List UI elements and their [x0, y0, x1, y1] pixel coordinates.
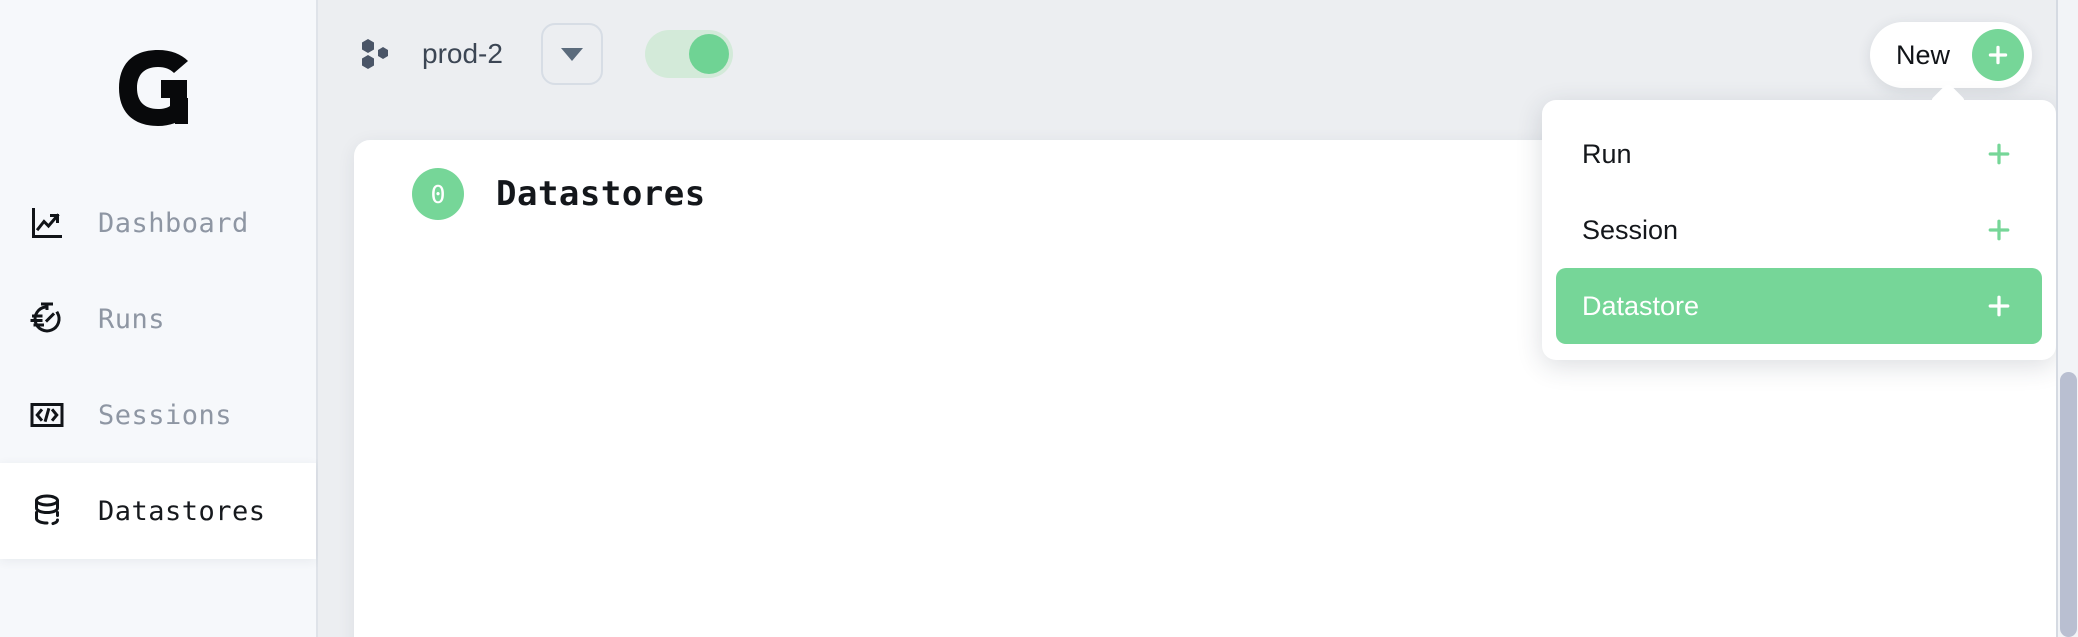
environment-dropdown-button[interactable]	[540, 23, 603, 85]
sidebar-item-label: Runs	[98, 303, 166, 335]
plus-icon[interactable]	[1972, 29, 2024, 81]
sidebar: Dashboard Runs Sessions Datastores	[0, 0, 318, 637]
guardrails-g-logo-icon	[119, 49, 188, 126]
plus-icon[interactable]	[1982, 137, 2016, 171]
hexagon-cluster-icon	[354, 34, 394, 74]
app-root: Dashboard Runs Sessions Datastores prod-…	[0, 0, 2078, 637]
app-logo[interactable]	[0, 0, 316, 175]
new-button-label: New	[1895, 39, 1950, 70]
database-stack-icon	[26, 490, 68, 532]
topbar: prod-2 New	[318, 0, 2078, 108]
sidebar-item-label: Sessions	[98, 399, 233, 431]
caret-down-icon	[560, 47, 583, 61]
chart-line-up-icon	[26, 202, 68, 244]
environment-toggle[interactable]	[644, 30, 733, 78]
code-brackets-icon	[26, 394, 68, 436]
new-button[interactable]: New	[1869, 22, 2032, 88]
vertical-scrollbar[interactable]	[2058, 0, 2078, 637]
sidebar-item-label: Dashboard	[98, 207, 249, 239]
sidebar-item-datastores[interactable]: Datastores	[0, 463, 316, 559]
menu-pointer-arrow	[1932, 83, 1966, 101]
scrollbar-thumb[interactable]	[2060, 372, 2077, 637]
plus-icon[interactable]	[1982, 289, 2016, 323]
plus-icon[interactable]	[1982, 213, 2016, 247]
menu-item-label: Session	[1582, 214, 1679, 245]
datastores-count-badge: 0	[412, 168, 464, 220]
sidebar-nav: Dashboard Runs Sessions Datastores	[0, 175, 316, 559]
page-title: Datastores	[496, 174, 706, 214]
menu-item-label: Run	[1582, 138, 1632, 169]
menu-item-run[interactable]: Run	[1556, 116, 2042, 192]
menu-item-label: Datastore	[1582, 290, 1700, 321]
sidebar-item-sessions[interactable]: Sessions	[0, 367, 316, 463]
stopwatch-icon	[26, 298, 68, 340]
sidebar-item-label: Datastores	[98, 495, 266, 527]
toggle-knob	[688, 34, 729, 74]
menu-item-session[interactable]: Session	[1556, 192, 2042, 268]
main-area: prod-2 New 0 Datastores Run Session Data…	[318, 0, 2078, 637]
new-dropdown-menu: Run Session Datastore	[1542, 100, 2056, 360]
project-name: prod-2	[422, 38, 503, 69]
sidebar-item-runs[interactable]: Runs	[0, 271, 316, 367]
menu-item-datastore[interactable]: Datastore	[1556, 268, 2042, 344]
sidebar-item-dashboard[interactable]: Dashboard	[0, 175, 316, 271]
